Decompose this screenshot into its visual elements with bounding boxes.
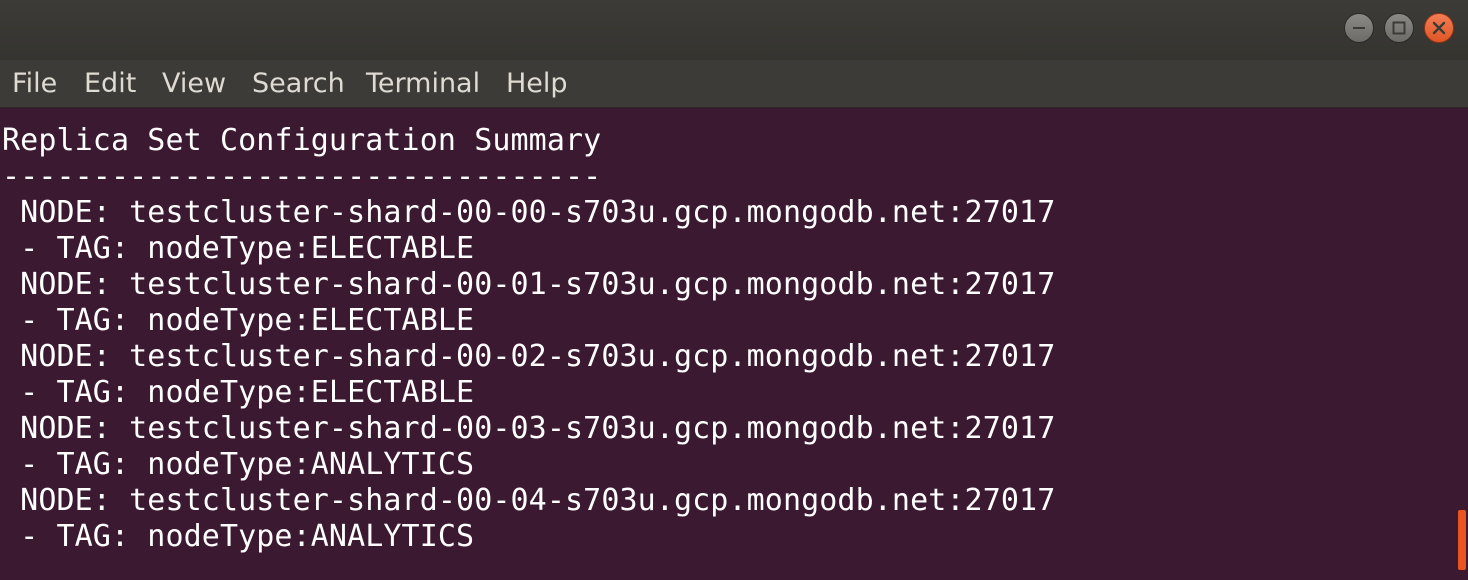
output-heading: Replica Set Configuration Summary xyxy=(2,123,602,158)
output-tag-line: - TAG: nodeType:ELECTABLE xyxy=(2,231,475,266)
output-tag-line: - TAG: nodeType:ELECTABLE xyxy=(2,375,475,410)
menu-edit[interactable]: Edit xyxy=(84,68,136,100)
menu-file[interactable]: File xyxy=(12,68,57,100)
maximize-button[interactable] xyxy=(1384,13,1414,43)
close-button[interactable] xyxy=(1424,13,1454,43)
maximize-icon xyxy=(1392,21,1406,35)
menu-terminal[interactable]: Terminal xyxy=(366,68,480,100)
minimize-button[interactable] xyxy=(1344,13,1374,43)
output-node-line: NODE: testcluster-shard-00-01-s703u.gcp.… xyxy=(2,267,1056,302)
output-tag-line: - TAG: nodeType:ANALYTICS xyxy=(2,519,475,554)
terminal-output[interactable]: Replica Set Configuration Summary ------… xyxy=(0,108,1468,580)
scrollbar-thumb[interactable] xyxy=(1458,510,1466,570)
output-node-line: NODE: testcluster-shard-00-00-s703u.gcp.… xyxy=(2,195,1056,230)
menu-help[interactable]: Help xyxy=(506,68,568,100)
output-node-line: NODE: testcluster-shard-00-02-s703u.gcp.… xyxy=(2,339,1056,374)
menu-view[interactable]: View xyxy=(162,68,226,100)
menu-bar: File Edit View Search Terminal Help xyxy=(0,60,1468,108)
title-bar[interactable] xyxy=(0,0,1468,60)
output-tag-line: - TAG: nodeType:ANALYTICS xyxy=(2,447,475,482)
menu-search[interactable]: Search xyxy=(252,68,345,100)
close-icon xyxy=(1432,21,1446,35)
output-node-line: NODE: testcluster-shard-00-03-s703u.gcp.… xyxy=(2,411,1056,446)
output-node-line: NODE: testcluster-shard-00-04-s703u.gcp.… xyxy=(2,483,1056,518)
output-separator: --------------------------------- xyxy=(2,159,602,194)
terminal-window: File Edit View Search Terminal Help Repl… xyxy=(0,0,1468,580)
output-tag-line: - TAG: nodeType:ELECTABLE xyxy=(2,303,475,338)
minimize-icon xyxy=(1353,27,1365,29)
